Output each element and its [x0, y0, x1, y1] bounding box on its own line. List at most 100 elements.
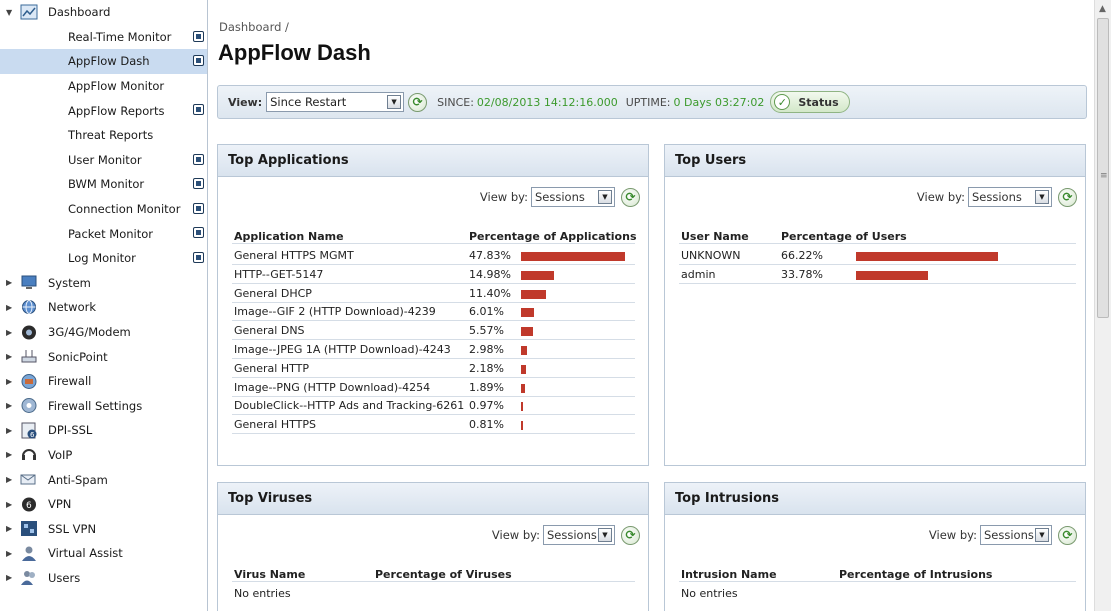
percentage-bar	[521, 327, 534, 337]
chevron-down-icon[interactable]: ▼	[598, 190, 612, 204]
vertical-scrollbar[interactable]: ▲ ≡	[1094, 0, 1111, 611]
viewby-select[interactable]: Sessions ▼	[980, 525, 1052, 545]
sidebar-item-network[interactable]: ▶ Network	[0, 295, 207, 320]
percentage-bar	[521, 308, 535, 318]
sidebar-item-label: DPI-SSL	[48, 423, 93, 438]
percentage-bar	[521, 289, 546, 299]
uptime-label: UPTIME:	[625, 95, 671, 109]
sidebar-item-vpn[interactable]: ▶ 6 VPN	[0, 492, 207, 517]
sidebar-item-connection-monitor[interactable]: Connection Monitor	[0, 197, 207, 222]
open-window-icon[interactable]	[193, 202, 204, 214]
open-window-icon[interactable]	[193, 178, 204, 190]
sidebar-item-virtual-assist[interactable]: ▶ Virtual Assist	[0, 541, 207, 566]
expand-right-arrow-icon[interactable]: ▶	[6, 450, 16, 459]
row-percentage: 0.81%	[469, 418, 504, 432]
breadcrumb[interactable]: Dashboard /	[219, 20, 289, 34]
column-header[interactable]: Intrusion Name	[681, 568, 777, 581]
sidebar-item-firewall-settings[interactable]: ▶ Firewall Settings	[0, 394, 207, 419]
view-select-value: Since Restart	[270, 95, 347, 109]
open-window-icon[interactable]	[193, 55, 204, 67]
sidebar-item-ssl-vpn[interactable]: ▶ SSL VPN	[0, 516, 207, 541]
expand-right-arrow-icon[interactable]: ▶	[6, 500, 16, 509]
panel-title: Top Users	[665, 145, 1085, 177]
expand-down-arrow-icon[interactable]: ▼	[6, 8, 16, 17]
row-name: Image--GIF 2 (HTTP Download)-4239	[234, 305, 436, 319]
row-percentage: 2.18%	[469, 361, 504, 375]
sidebar-item-user-monitor[interactable]: User Monitor	[0, 148, 207, 173]
viewby-select[interactable]: Sessions ▼	[543, 525, 615, 545]
viewby-label: View by:	[928, 528, 977, 542]
expand-right-arrow-icon[interactable]: ▶	[6, 303, 16, 312]
open-window-icon[interactable]	[193, 227, 204, 239]
viewby-select[interactable]: Sessions ▼	[968, 187, 1052, 207]
refresh-icon[interactable]: ⟳	[621, 187, 640, 207]
chevron-down-icon[interactable]: ▼	[1035, 528, 1049, 542]
sidebar-item-appflow-reports[interactable]: AppFlow Reports	[0, 98, 207, 123]
refresh-icon[interactable]: ⟳	[1058, 187, 1077, 207]
sidebar-item-voip[interactable]: ▶ VoIP	[0, 443, 207, 468]
sidebar-item-dpi-ssl[interactable]: ▶ 6 DPI-SSL	[0, 418, 207, 443]
expand-right-arrow-icon[interactable]: ▶	[6, 475, 16, 484]
expand-right-arrow-icon[interactable]: ▶	[6, 328, 16, 337]
viewby-control: View by: Sessions ▼ ⟳	[917, 187, 1077, 207]
open-window-icon[interactable]	[193, 251, 204, 263]
firewall-icon	[20, 373, 38, 390]
open-window-icon[interactable]	[193, 30, 204, 42]
sidebar-item-3g-4g-modem[interactable]: ▶ 3G/4G/Modem	[0, 320, 207, 345]
sidebar-item-label: AppFlow Monitor	[68, 79, 165, 94]
sidebar-item-appflow-dash[interactable]: AppFlow Dash	[0, 49, 207, 74]
header-divider	[232, 581, 635, 582]
expand-right-arrow-icon[interactable]: ▶	[6, 549, 16, 558]
refresh-icon[interactable]: ⟳	[621, 525, 640, 545]
sidebar-nav: ▼ Dashboard Real-Time Monitor AppFlow Dash A…	[0, 0, 208, 611]
open-window-icon[interactable]	[193, 104, 204, 116]
column-header[interactable]: Percentage of Users	[781, 230, 907, 243]
chevron-down-icon[interactable]: ▼	[1035, 190, 1049, 204]
column-header[interactable]: Application Name	[234, 230, 344, 243]
viewby-select[interactable]: Sessions ▼	[531, 187, 615, 207]
refresh-icon[interactable]: ⟳	[408, 92, 428, 112]
scrollbar-thumb[interactable]	[1097, 18, 1109, 318]
column-header[interactable]: Percentage of Applications	[469, 230, 637, 243]
expand-right-arrow-icon[interactable]: ▶	[6, 573, 16, 582]
expand-right-arrow-icon[interactable]: ▶	[6, 377, 16, 386]
open-window-icon[interactable]	[193, 153, 204, 165]
row-divider	[232, 376, 635, 378]
sidebar-item-anti-spam[interactable]: ▶ Anti-Spam	[0, 467, 207, 492]
sidebar-item-label: 3G/4G/Modem	[48, 325, 131, 340]
status-button[interactable]: ✓ Status	[770, 91, 850, 113]
panel-title: Top Intrusions	[665, 483, 1085, 515]
expand-right-arrow-icon[interactable]: ▶	[6, 426, 16, 435]
sidebar-item-sonicpoint[interactable]: ▶ SonicPoint	[0, 344, 207, 369]
dpi-ssl-icon: 6	[20, 422, 38, 439]
sidebar-item-firewall[interactable]: ▶ Firewall	[0, 369, 207, 394]
scroll-up-arrow-icon[interactable]: ▲	[1099, 4, 1106, 14]
percentage-bar	[856, 252, 998, 261]
chevron-down-icon[interactable]: ▼	[387, 95, 402, 109]
row-name: General HTTPS	[234, 418, 316, 432]
svg-text:6: 6	[26, 501, 32, 511]
sidebar-item-label: Log Monitor	[68, 251, 136, 266]
expand-right-arrow-icon[interactable]: ▶	[6, 352, 16, 361]
refresh-icon[interactable]: ⟳	[1058, 525, 1077, 545]
view-select[interactable]: Since Restart ▼	[266, 92, 405, 112]
expand-right-arrow-icon[interactable]: ▶	[6, 401, 16, 410]
column-header[interactable]: Percentage of Viruses	[375, 568, 512, 581]
column-header[interactable]: Virus Name	[234, 568, 305, 581]
expand-right-arrow-icon[interactable]: ▶	[6, 278, 16, 287]
sidebar-item-users[interactable]: ▶ Users	[0, 566, 207, 591]
column-header[interactable]: Percentage of Intrusions	[839, 568, 992, 581]
sidebar-item-packet-monitor[interactable]: Packet Monitor	[0, 221, 207, 246]
sidebar-item-real-time-monitor[interactable]: Real-Time Monitor	[0, 25, 207, 50]
chevron-down-icon[interactable]: ▼	[598, 528, 612, 542]
sidebar-item-threat-reports[interactable]: Threat Reports	[0, 123, 207, 148]
column-header[interactable]: User Name	[681, 230, 749, 243]
sidebar-item-appflow-monitor[interactable]: AppFlow Monitor	[0, 74, 207, 99]
sidebar-item-log-monitor[interactable]: Log Monitor	[0, 246, 207, 271]
sidebar-item-system[interactable]: ▶ System	[0, 271, 207, 296]
header-divider	[679, 243, 1076, 244]
expand-right-arrow-icon[interactable]: ▶	[6, 524, 16, 533]
top-intrusions-panel: Top Intrusions View by: Sessions ▼ ⟳ Int…	[664, 482, 1086, 611]
sidebar-item-dashboard[interactable]: ▼ Dashboard	[0, 0, 207, 25]
sidebar-item-bwm-monitor[interactable]: BWM Monitor	[0, 172, 207, 197]
